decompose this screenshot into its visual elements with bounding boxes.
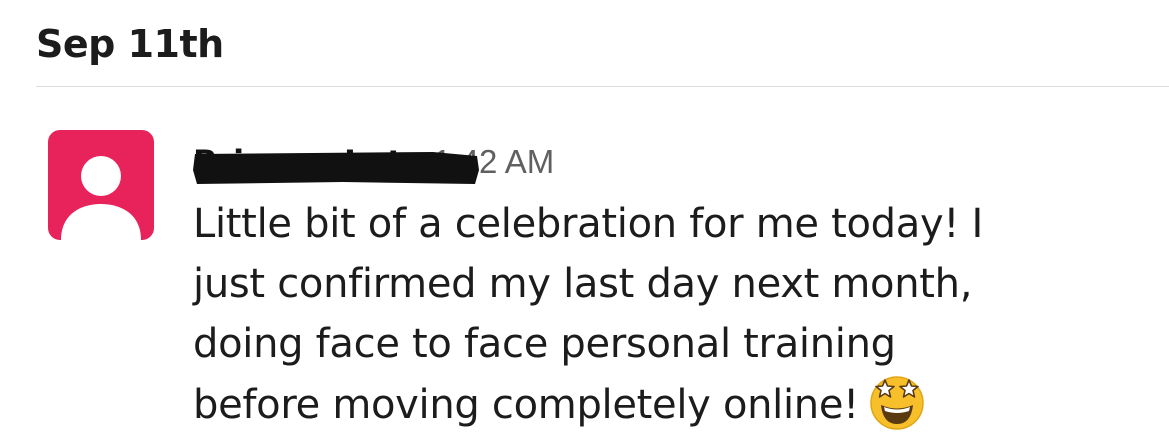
sender-name[interactable]: Brianna Lutz: [193, 142, 479, 184]
sender-name-text: Brianna Lutz: [193, 143, 422, 181]
message-line: doing face to face personal training: [193, 321, 896, 367]
message-timestamp[interactable]: 1:42 AM: [433, 142, 554, 182]
message-header: Brianna Lutz 1:42 AM: [193, 136, 1153, 188]
message: Brianna Lutz 1:42 AM Little bit of a cel…: [193, 136, 1153, 435]
message-line: before moving completely online!: [193, 382, 859, 428]
message-line-last: before moving completely online!: [193, 374, 1153, 435]
message-line: just confirmed my last day next month,: [193, 261, 973, 307]
date-divider-line: [36, 86, 1169, 87]
star-struck-emoji-icon: [870, 376, 924, 430]
message-body: Little bit of a celebration for me today…: [193, 194, 1153, 435]
date-divider-label: Sep 11th: [36, 22, 224, 66]
default-user-icon: [61, 156, 141, 240]
message-line: Little bit of a celebration for me today…: [193, 201, 983, 247]
user-avatar[interactable]: [48, 130, 154, 240]
